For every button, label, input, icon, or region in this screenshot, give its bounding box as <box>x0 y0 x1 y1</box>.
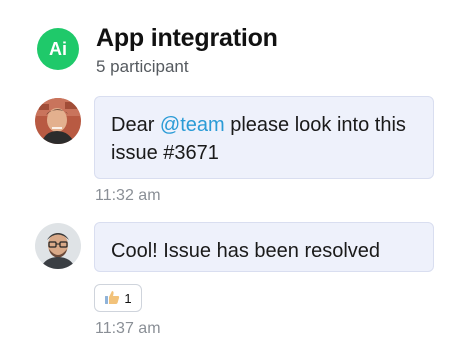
message-text: Cool! Issue has been resolved <box>111 240 381 262</box>
message-timestamp-2: 11:37 am <box>95 320 161 337</box>
sender-avatar-2[interactable] <box>35 223 81 269</box>
reaction-count: 1 <box>124 290 132 306</box>
chat-header: Ai App integration 5 participant <box>37 20 278 77</box>
chat-title[interactable]: App integration <box>96 22 278 54</box>
message-timestamp-1: 11:32 am <box>95 187 161 204</box>
group-avatar[interactable]: Ai <box>37 28 79 70</box>
participant-count[interactable]: 5 participant <box>96 57 278 77</box>
thumbs-up-icon <box>104 289 120 308</box>
sender-avatar-1[interactable] <box>35 98 81 144</box>
mention-link[interactable]: @team <box>160 114 225 136</box>
message-text-part: Dear <box>111 114 160 136</box>
reaction-chip[interactable]: 1 <box>94 284 142 312</box>
message-bubble-2[interactable]: Cool! Issue has been resolved <box>94 222 434 272</box>
header-text: App integration 5 participant <box>96 20 278 77</box>
message-bubble-1[interactable]: Dear @team please look into this issue #… <box>94 96 434 179</box>
